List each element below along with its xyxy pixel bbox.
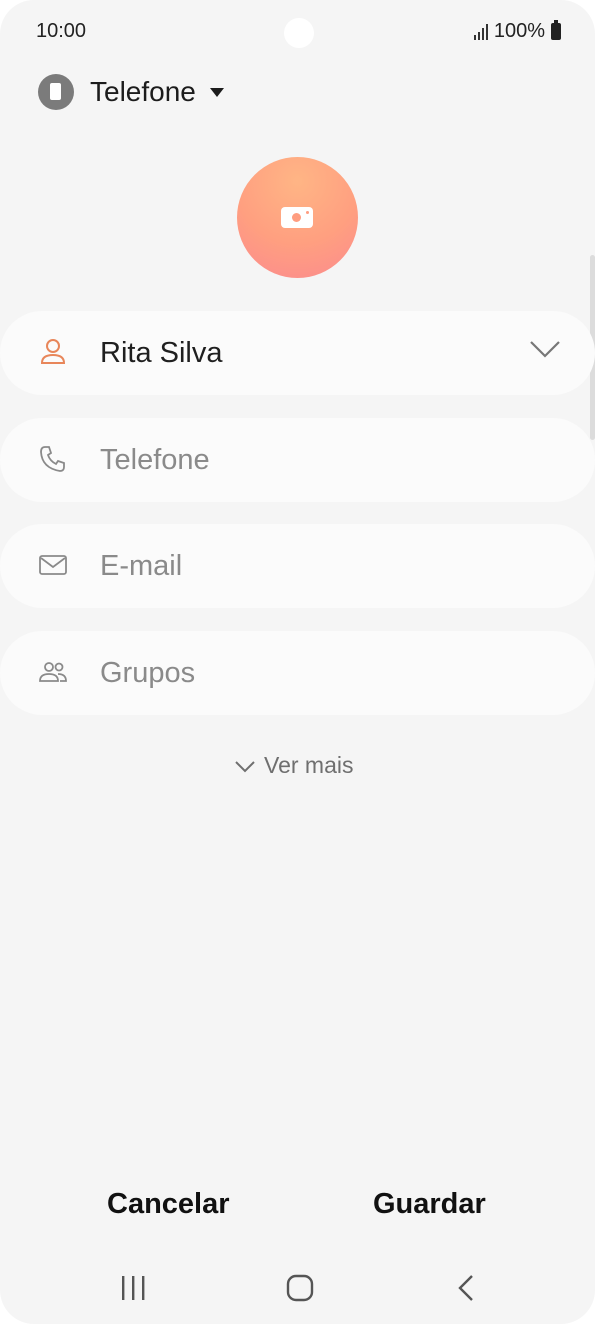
front-camera <box>284 18 314 48</box>
contact-photo-button[interactable] <box>237 157 358 278</box>
name-field[interactable]: Rita Silva <box>0 311 595 395</box>
cancel-button[interactable]: Cancelar <box>107 1188 230 1221</box>
email-field[interactable]: E-mail <box>0 524 595 608</box>
recents-icon[interactable] <box>113 1270 153 1306</box>
groups-placeholder[interactable]: Grupos <box>100 657 195 690</box>
phone-device-icon <box>38 74 74 110</box>
person-icon <box>40 339 66 364</box>
groups-field[interactable]: Grupos <box>0 631 595 715</box>
screen: 10:00 100% Telefone Rita Silva Telefone … <box>0 0 595 1324</box>
camera-icon <box>281 207 313 228</box>
groups-icon <box>39 662 67 682</box>
show-more-label: Ver mais <box>264 752 354 778</box>
name-value[interactable]: Rita Silva <box>100 337 223 370</box>
battery-percent: 100% <box>493 20 545 42</box>
phone-icon <box>40 446 65 472</box>
chevron-down-icon <box>235 760 255 772</box>
status-time: 10:00 <box>36 20 87 42</box>
dropdown-caret-icon <box>209 87 224 97</box>
account-label: Telefone <box>90 76 196 107</box>
save-button[interactable]: Guardar <box>373 1188 486 1221</box>
email-placeholder[interactable]: E-mail <box>100 550 182 583</box>
show-more-button[interactable]: Ver mais <box>234 752 353 779</box>
back-icon[interactable] <box>446 1270 486 1306</box>
email-icon <box>39 555 67 575</box>
battery-icon <box>551 20 561 40</box>
phone-field[interactable]: Telefone <box>0 418 595 502</box>
phone-placeholder[interactable]: Telefone <box>100 444 210 477</box>
chevron-down-icon[interactable] <box>529 339 561 359</box>
account-selector[interactable]: Telefone <box>38 74 224 110</box>
status-icons: 100% <box>473 20 561 43</box>
signal-icon <box>473 23 488 40</box>
home-icon[interactable] <box>280 1270 320 1306</box>
